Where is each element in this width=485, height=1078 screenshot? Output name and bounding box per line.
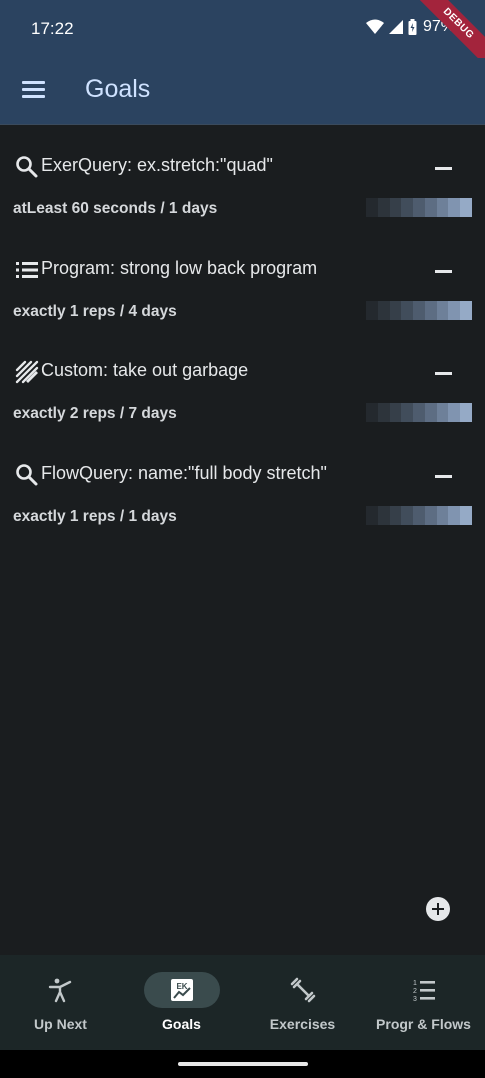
- progress-segment: [401, 506, 414, 525]
- progress-segment: [424, 403, 437, 422]
- gesture-area: [0, 1050, 485, 1078]
- goal-progress-bar: [366, 506, 473, 525]
- nav-progr-flows[interactable]: 123 Progr & Flows: [363, 955, 484, 1050]
- progress-segment: [448, 301, 461, 320]
- signal-icon: [388, 20, 403, 34]
- progress-segment: [413, 198, 425, 217]
- add-goal-button[interactable]: [426, 897, 450, 921]
- numbered-list-icon: 123: [413, 980, 435, 1003]
- search-icon: [16, 464, 38, 486]
- remove-goal-button[interactable]: [428, 154, 458, 184]
- progress-segment: [424, 301, 437, 320]
- wifi-icon: [365, 19, 384, 34]
- goal-title: Program: strong low back program: [41, 258, 318, 278]
- gesture-handle[interactable]: [178, 1062, 308, 1066]
- progress-segment: [366, 198, 378, 217]
- progress-segment: [448, 506, 461, 525]
- custom-pencil-icon: [15, 360, 39, 384]
- person-stretch-icon: [48, 978, 72, 1003]
- goal-title: ExerQuery: ex.stretch:"quad": [41, 155, 273, 175]
- nav-label: Progr & Flows: [376, 1016, 471, 1032]
- progress-segment: [401, 301, 414, 320]
- progress-segment: [424, 506, 437, 525]
- dumbbell-icon: [290, 977, 316, 1003]
- progress-segment: [366, 506, 378, 525]
- progress-segment: [366, 403, 378, 422]
- nav-label: Exercises: [269, 1016, 336, 1032]
- progress-segment: [389, 198, 402, 217]
- goal-item[interactable]: ExerQuery: ex.stretch:"quad" atLeast 60 …: [0, 141, 485, 241]
- progress-segment: [436, 198, 449, 217]
- progress-segment: [436, 301, 449, 320]
- progress-segment: [460, 301, 473, 320]
- progress-segment: [377, 403, 390, 422]
- progress-segment: [413, 506, 425, 525]
- svg-text:3: 3: [413, 996, 417, 1003]
- search-icon: [16, 156, 38, 178]
- progress-segment: [389, 403, 402, 422]
- progress-segment: [436, 403, 449, 422]
- goal-subtitle: exactly 2 reps / 7 days: [13, 405, 177, 422]
- progress-segment: [389, 301, 402, 320]
- goal-item[interactable]: Custom: take out garbage exactly 2 reps …: [0, 346, 485, 446]
- goal-progress-bar: [366, 301, 473, 320]
- progress-segment: [377, 301, 390, 320]
- list-icon: [16, 262, 38, 278]
- goal-subtitle: exactly 1 reps / 4 days: [13, 303, 177, 320]
- svg-text:2: 2: [413, 988, 417, 995]
- progress-segment: [401, 198, 414, 217]
- svg-text:EK: EK: [176, 982, 187, 991]
- goal-subtitle: exactly 1 reps / 1 days: [13, 508, 177, 525]
- nav-exercises[interactable]: Exercises: [242, 955, 363, 1050]
- progress-segment: [448, 198, 461, 217]
- progress-segment: [460, 506, 473, 525]
- remove-goal-button[interactable]: [428, 257, 458, 287]
- menu-button[interactable]: [16, 73, 50, 107]
- goals-chart-icon: EK: [171, 979, 193, 1001]
- battery-icon: [408, 19, 417, 35]
- nav-up-next[interactable]: Up Next: [0, 955, 121, 1050]
- progress-segment: [377, 506, 390, 525]
- page-title: Goals: [85, 75, 151, 103]
- goal-item[interactable]: Program: strong low back program exactly…: [0, 244, 485, 344]
- goal-subtitle: atLeast 60 seconds / 1 days: [13, 200, 218, 217]
- progress-segment: [401, 403, 414, 422]
- app-bar: Goals: [0, 58, 485, 125]
- remove-goal-button[interactable]: [428, 359, 458, 389]
- progress-segment: [413, 403, 425, 422]
- svg-text:1: 1: [413, 980, 417, 987]
- nav-label: Goals: [162, 1016, 201, 1032]
- status-bar: 17:22 97% DEBUG: [0, 0, 485, 70]
- goal-title: Custom: take out garbage: [41, 360, 249, 380]
- goal-progress-bar: [366, 403, 473, 422]
- progress-segment: [389, 506, 402, 525]
- progress-segment: [424, 198, 437, 217]
- progress-segment: [448, 403, 461, 422]
- progress-segment: [366, 301, 378, 320]
- progress-segment: [436, 506, 449, 525]
- status-time: 17:22: [31, 19, 74, 38]
- progress-segment: [413, 301, 425, 320]
- progress-segment: [460, 403, 473, 422]
- progress-segment: [377, 198, 390, 217]
- progress-segment: [460, 198, 473, 217]
- nav-goals[interactable]: EK Goals: [121, 955, 242, 1050]
- bottom-nav: Up Next EK Goals Exercises 123 Progr & F…: [0, 955, 485, 1050]
- goal-progress-bar: [366, 198, 473, 217]
- nav-label: Up Next: [34, 1016, 87, 1032]
- remove-goal-button[interactable]: [428, 462, 458, 492]
- goal-item[interactable]: FlowQuery: name:"full body stretch" exac…: [0, 449, 485, 549]
- goal-title: FlowQuery: name:"full body stretch": [41, 463, 327, 483]
